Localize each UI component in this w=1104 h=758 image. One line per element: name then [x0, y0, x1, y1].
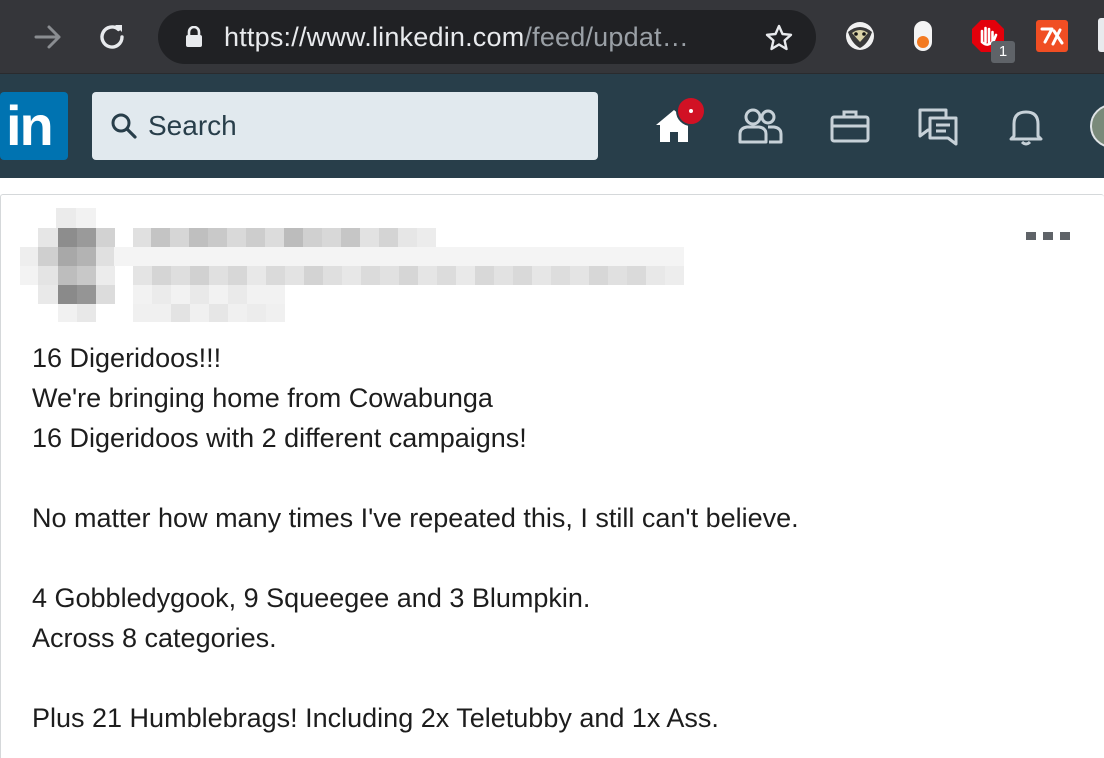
- reload-button[interactable]: [92, 17, 132, 57]
- search-input[interactable]: Search: [92, 92, 598, 160]
- browser-toolbar: https://www.linkedin.com/feed/updat… 1: [0, 0, 1104, 74]
- more-options-button[interactable]: [1026, 232, 1070, 244]
- profile-chip[interactable]: [1098, 18, 1104, 52]
- dot-icon: [1026, 232, 1036, 240]
- my-network-icon: [738, 108, 783, 144]
- post-line: 16 Digeridoos!!!: [32, 343, 222, 373]
- url-path: /feed/updat…: [524, 22, 689, 52]
- reload-icon: [100, 25, 124, 49]
- lock-icon: [186, 26, 202, 47]
- dot-icon: [1043, 232, 1053, 240]
- translate-extension-icon[interactable]: [1034, 18, 1070, 54]
- forward-button[interactable]: [28, 17, 68, 57]
- post-line: Across 8 categories.: [32, 623, 277, 653]
- home-notification-badge: [676, 96, 706, 126]
- badger-extension-icon[interactable]: [842, 18, 878, 54]
- nav-jobs[interactable]: [822, 98, 878, 154]
- post-body: 16 Digeridoos!!! We're bringing home fro…: [32, 338, 1092, 738]
- post-line: We're bringing home from Cowabunga: [32, 383, 493, 413]
- nav-notifications[interactable]: [998, 98, 1054, 154]
- dot-icon: [1060, 232, 1070, 240]
- url-text: https://www.linkedin.com/feed/updat…: [224, 20, 689, 54]
- url-host: https://www.linkedin.com: [224, 22, 525, 52]
- nav-messaging[interactable]: [910, 98, 966, 154]
- address-bar[interactable]: https://www.linkedin.com/feed/updat…: [158, 10, 816, 64]
- post-line: Plus 21 Humblebrags! Including 2x Teletu…: [32, 703, 719, 733]
- nav-my-network[interactable]: [732, 98, 788, 154]
- adblock-badge: 1: [991, 41, 1015, 63]
- linkedin-global-nav: in Search: [0, 74, 1104, 178]
- search-placeholder: Search: [148, 110, 237, 141]
- linkedin-logo-text: in: [6, 94, 54, 157]
- notifications-icon: [1009, 110, 1043, 146]
- star-icon[interactable]: [764, 23, 794, 53]
- messaging-icon: [918, 108, 958, 146]
- search-icon: [111, 113, 137, 139]
- post-line: 4 Gobbledygook, 9 Squeegee and 3 Blumpki…: [32, 583, 591, 613]
- jobs-icon: [830, 110, 870, 143]
- toggle-extension-icon[interactable]: [906, 18, 942, 54]
- arrow-right-icon: [34, 25, 61, 49]
- post-line: 16 Digeridoos with 2 different campaigns…: [32, 423, 527, 453]
- linkedin-logo[interactable]: in: [0, 92, 68, 160]
- post-line: No matter how many times I've repeated t…: [32, 503, 799, 533]
